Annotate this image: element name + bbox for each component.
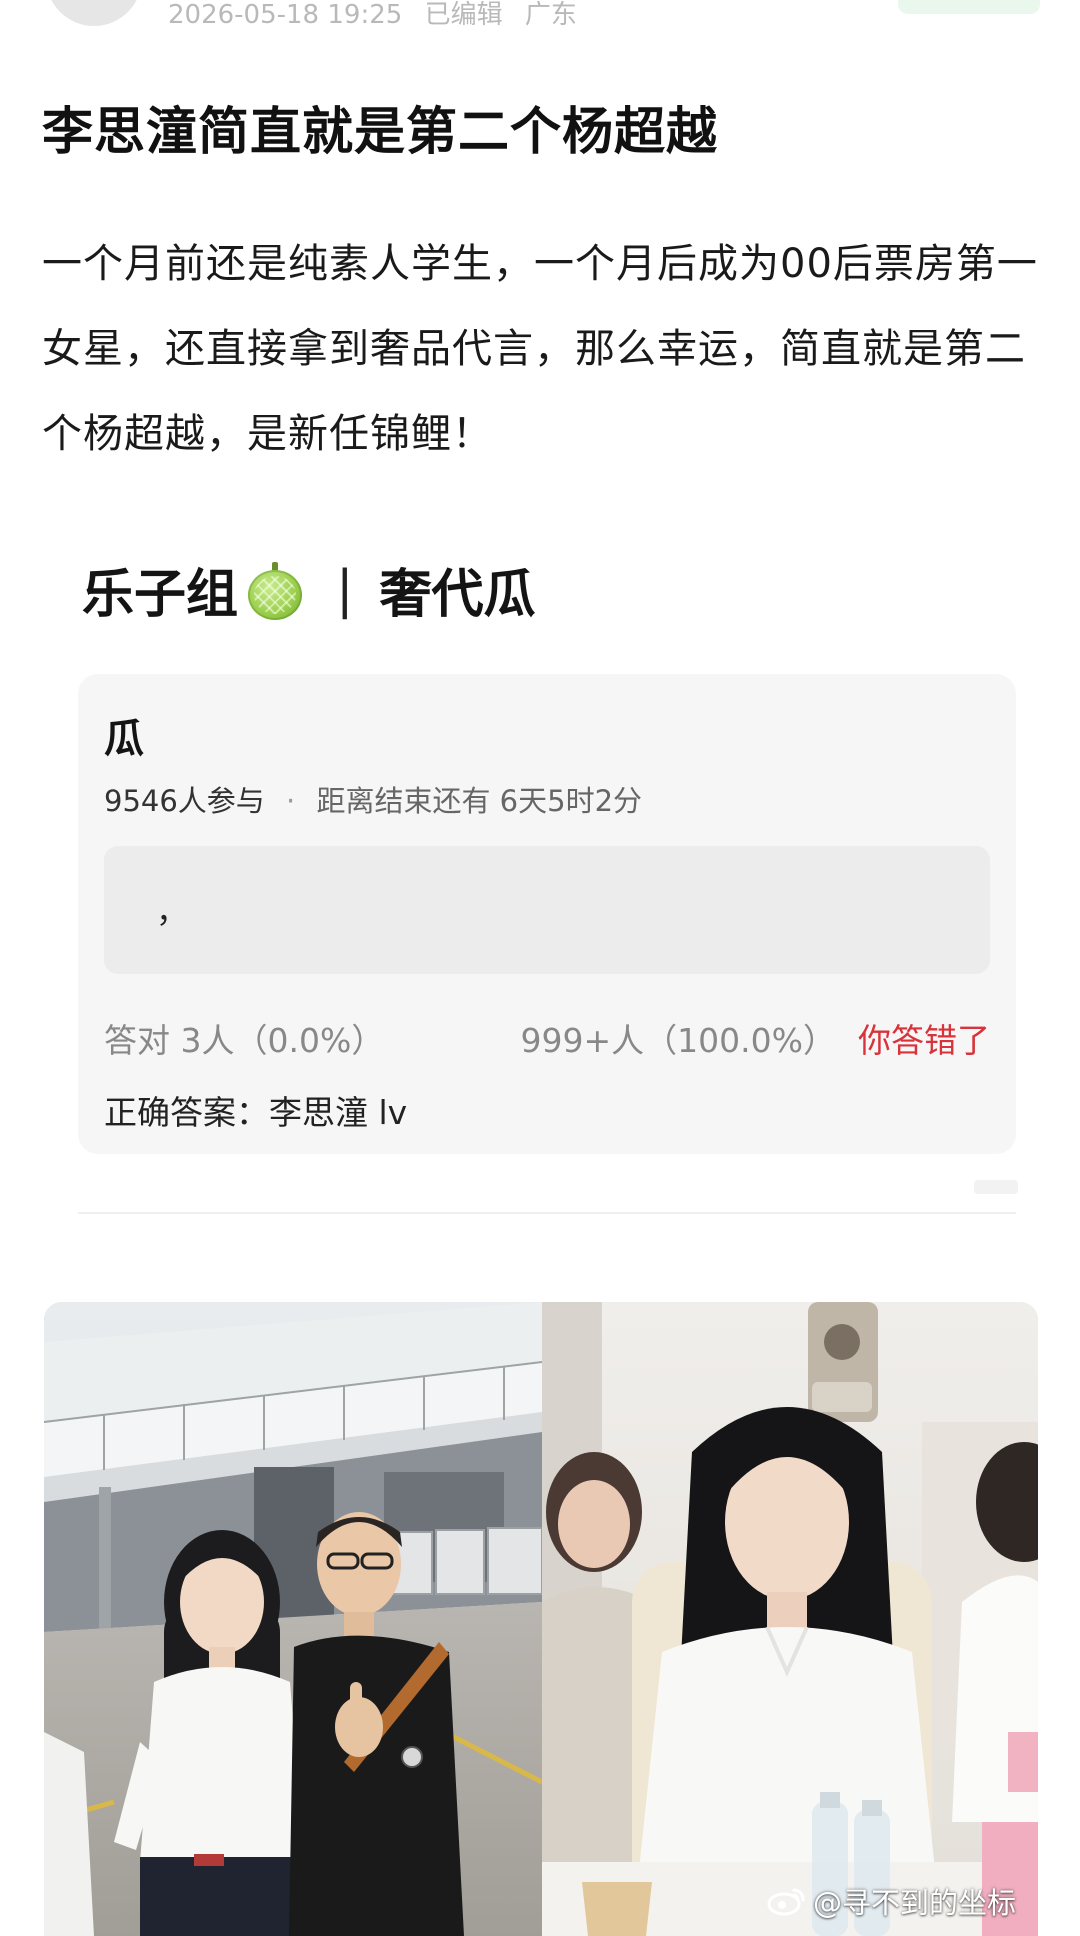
stats-dot: · (286, 784, 296, 818)
weibo-icon (767, 1888, 805, 1916)
photo-right[interactable]: @寻不到的坐标 (542, 1302, 1038, 1936)
header-divider: | (336, 559, 354, 620)
countdown: 距离结束还有 6天5时2分 (316, 784, 643, 818)
post-body: 一个月前还是纯素人学生，一个月后成为00后票房第一女星，还直接拿到奢品代言，那么… (42, 241, 1038, 457)
watermark: @寻不到的坐标 (767, 1880, 1016, 1922)
post-time: 2026-05-18 19:25 (168, 0, 403, 30)
participant-count: 9546人参与 (104, 784, 265, 818)
wrong-stat: 999+人（100.0%） (520, 1021, 836, 1060)
photo-left-illustration (44, 1302, 542, 1936)
follow-button[interactable] (898, 0, 1040, 14)
correct-stat: 答对 3人（0.0%） (104, 1021, 385, 1060)
answer-option[interactable]: ， (104, 846, 990, 974)
quiz-group: 乐子组 (82, 565, 239, 625)
photo-left[interactable] (44, 1302, 542, 1936)
quiz-card[interactable]: 瓜 9546人参与 · 距离结束还有 6天5时2分 ， 答对 3人（0.0%） … (78, 674, 1016, 1154)
photo-right-illustration (542, 1302, 1038, 1936)
quiz-question: 瓜 (104, 716, 144, 762)
answer-text: ， (156, 892, 189, 930)
correct-answer: 正确答案：李思潼 lv (104, 1093, 408, 1132)
quiz-topic: 奢代瓜 (379, 565, 536, 625)
divider (78, 1212, 1016, 1214)
faint-watermark (974, 1180, 1018, 1194)
post-title: 李思潼简直就是第二个杨超越 (42, 103, 719, 162)
post-meta: 2026-05-18 19:25 已编辑 广东 (168, 0, 591, 31)
watermark-text: @寻不到的坐标 (812, 1886, 1016, 1920)
melon-icon (248, 561, 303, 620)
quiz-header: 乐子组 | 奢代瓜 (82, 552, 536, 627)
post-edited: 已编辑 (424, 0, 503, 30)
post-page: 2026-05-18 19:25 已编辑 广东 李思潼简直就是第二个杨超越 一个… (0, 0, 1080, 1936)
author-avatar[interactable] (46, 0, 142, 26)
wrong-stat-group: 999+人（100.0%） 你答错了 (521, 1014, 990, 1062)
photo-collage[interactable]: @寻不到的坐标 (44, 1302, 1038, 1936)
wrong-label: 你答错了 (858, 1021, 990, 1060)
quiz-stats: 9546人参与 · 距离结束还有 6天5时2分 (104, 778, 642, 820)
post-location: 广东 (524, 0, 577, 30)
